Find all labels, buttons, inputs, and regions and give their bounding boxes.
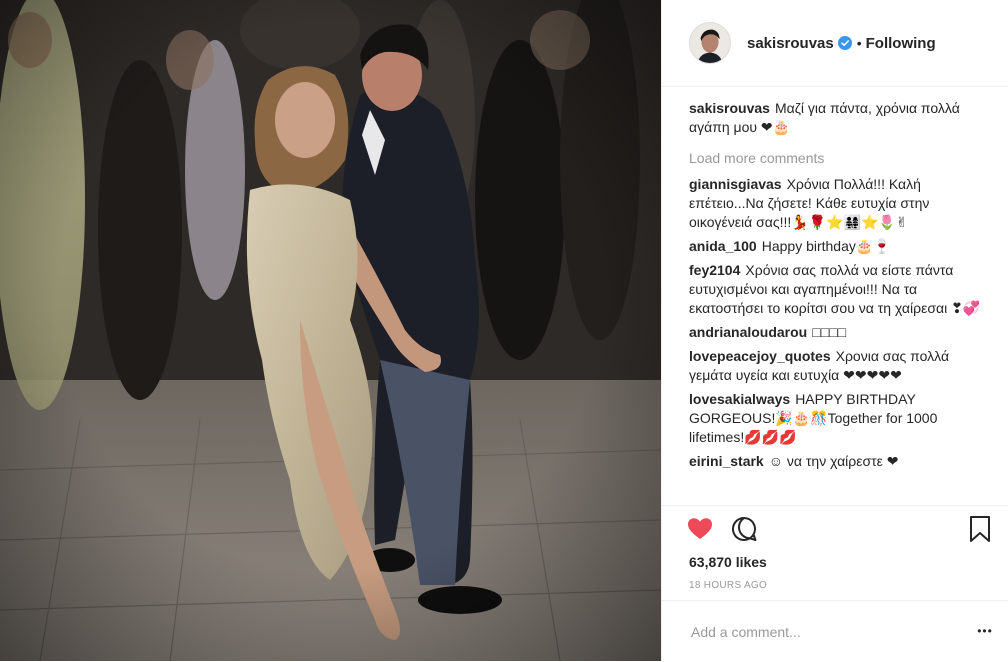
comment-item: andrianaloudarou □□□□	[689, 323, 992, 342]
comment-username[interactable]: anida_100	[689, 238, 757, 254]
post-sidebar: sakisrouvas • Following sakisrouvas Μαζί …	[661, 0, 1008, 661]
caption-username[interactable]: sakisrouvas	[689, 100, 770, 116]
comment-item: fey2104 Χρόνια σας πολλά να είστε πάντα ε…	[689, 261, 992, 318]
heart-icon[interactable]	[686, 515, 714, 543]
comment-item: anida_100 Happy birthday🎂🍷	[689, 237, 992, 256]
comment-item: eirini_stark ☺ να την χαίρεστε ❤	[689, 452, 992, 471]
more-options-button[interactable]: •••	[974, 621, 996, 641]
comment-username[interactable]: giannisgiavas	[689, 176, 782, 192]
post-actions-section: 63,870 likes 18 HOURS AGO	[662, 505, 1008, 591]
instagram-post-view: sakisrouvas • Following sakisrouvas Μαζί …	[0, 0, 1008, 661]
post-caption: sakisrouvas Μαζί για πάντα, χρόνια πολλά …	[689, 99, 992, 137]
separator-dot: •	[856, 35, 862, 51]
more-icon: •••	[977, 624, 993, 638]
action-bar	[662, 506, 1008, 552]
load-more-comments-button[interactable]: Load more comments	[689, 149, 992, 168]
add-comment-bar: •••	[662, 600, 1008, 662]
comment-text: ☺ να την χαίρεστε ❤	[768, 453, 899, 469]
avatar[interactable]	[689, 22, 731, 64]
likes-count[interactable]: 63,870 likes	[689, 554, 767, 570]
comment-text: □□□□	[812, 324, 847, 340]
comments-list: sakisrouvas Μαζί για πάντα, χρόνια πολλά …	[689, 99, 992, 476]
comment-username[interactable]: lovesakialways	[689, 391, 790, 407]
post-timestamp[interactable]: 18 HOURS AGO	[689, 580, 767, 591]
verified-icon	[837, 36, 852, 50]
comment-username[interactable]: fey2104	[689, 262, 740, 278]
comment-username[interactable]: eirini_stark	[689, 453, 764, 469]
post-header: sakisrouvas • Following	[662, 0, 1008, 87]
comment-username[interactable]: andrianaloudarou	[689, 324, 807, 340]
profile-picture-icon	[690, 23, 730, 63]
comment-text: Happy birthday🎂🍷	[761, 238, 891, 254]
comment-icon[interactable]	[730, 515, 758, 543]
following-button[interactable]: Following	[866, 35, 936, 52]
dancing-couple-image	[0, 0, 661, 661]
comment-item: giannisgiavas Χρόνια Πολλά!!! Καλή επέτει…	[689, 175, 992, 232]
comment-item: lovesakialways HAPPY BIRTHDAY GORGEOUS!🎉🎂…	[689, 390, 992, 447]
comment-item: lovepeacejoy_quotes Χρονια σας πολλά γεμά…	[689, 347, 992, 385]
comment-input[interactable]	[689, 622, 953, 641]
comment-username[interactable]: lovepeacejoy_quotes	[689, 348, 831, 364]
post-photo[interactable]	[0, 0, 661, 661]
header-username[interactable]: sakisrouvas	[747, 35, 834, 52]
bookmark-icon[interactable]	[968, 515, 992, 543]
